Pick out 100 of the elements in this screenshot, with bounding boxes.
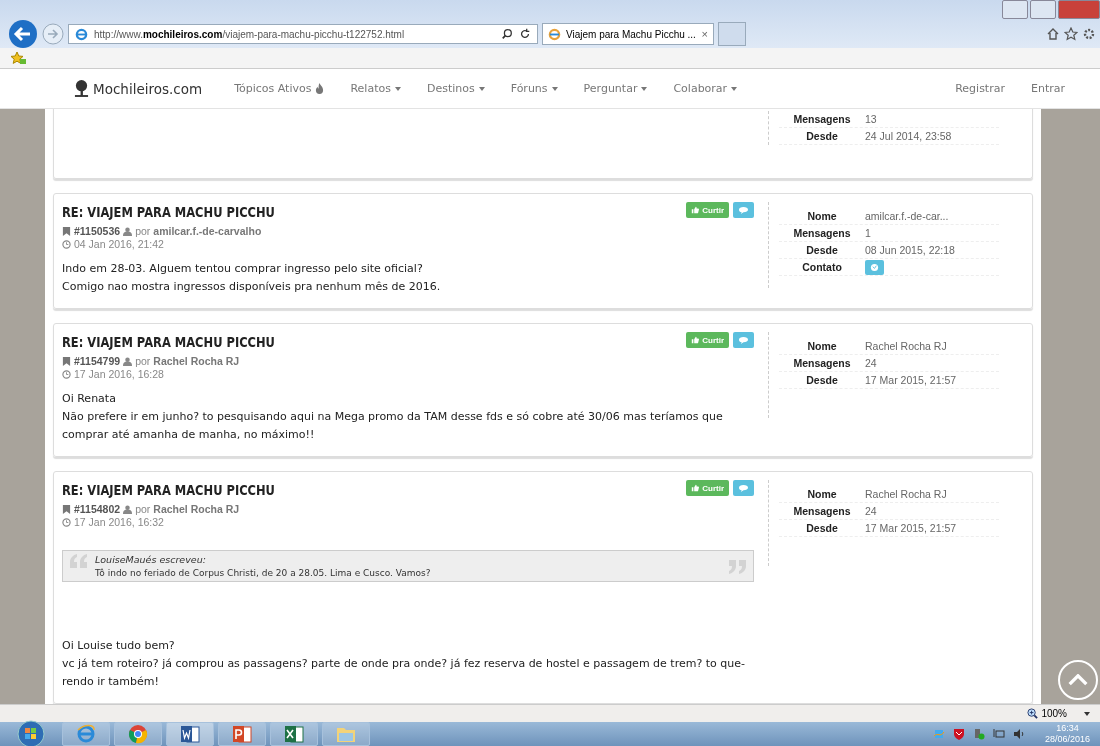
nav-link[interactable]: Tópicos Ativos [234,82,325,95]
reply-button[interactable] [733,480,754,496]
speech-bubble-icon [738,205,749,215]
profile-label: Desde [805,374,839,386]
chevron-up-icon [1068,674,1088,686]
nav-link[interactable]: Fóruns [510,82,558,95]
forward-button[interactable] [42,23,64,45]
presentation-p-icon [232,724,252,744]
bookmark-icon [62,226,71,236]
taskbar-app[interactable] [218,722,266,746]
shield-icon[interactable] [952,728,965,740]
post-text: Indo em 28-03. Alguem tentou comprar ingresso pelo site oficial? [62,261,424,277]
clock-icon [62,239,71,249]
author-link[interactable]: amilcar.f.-de-carvalho [153,225,262,237]
nav-link[interactable]: Entrar [1030,82,1065,95]
thumbs-up-icon [691,484,700,492]
restore-button[interactable] [1030,0,1056,19]
by-label: por [135,355,151,367]
settings-icon[interactable] [1082,27,1096,41]
scroll-to-top-button[interactable] [1058,660,1098,700]
site-logo[interactable]: Mochileiros.com [74,79,203,98]
taskbar-app[interactable] [166,722,214,746]
zoom-level[interactable]: 100% [1041,708,1067,719]
thumbs-up-icon [691,206,700,214]
user-icon [123,504,133,514]
clock-icon [62,369,71,379]
like-button[interactable]: Curtir [686,480,729,496]
address-bar[interactable]: http://www.mochileiros.com/viajem-para-machu-picchu-t122752.html [68,24,538,44]
post-id[interactable]: #1154799 [74,355,121,367]
bookmark-icon [62,356,71,366]
post-id[interactable]: #1154802 [74,503,121,515]
taskbar-app[interactable] [270,722,318,746]
profile-value: 17 Mar 2015, 21:57 [865,374,957,386]
profile-label: Contato [801,261,843,273]
reply-button[interactable] [733,332,754,348]
back-button[interactable] [8,19,38,49]
profile-label: Desde [805,244,839,256]
contact-button[interactable] [865,259,884,275]
post-text: comprar até amanha de manha, no máximo!! [62,427,316,443]
caret-icon [551,86,558,91]
speaker-icon[interactable] [1012,728,1025,740]
clock-icon [62,517,71,527]
post-text: Não prefere ir em junho? to pesquisando aqui na Mega promo da TAM desse fds e só cobre até 30/06 mas teríamos que [62,409,724,425]
caret-icon[interactable] [1084,711,1090,716]
close-button[interactable] [1058,0,1100,19]
page-icon [548,27,561,41]
nav-link[interactable]: Relatos [350,82,401,95]
start-button[interactable] [16,719,46,746]
zoom-icon [1027,708,1039,719]
profile-label: Desde [805,522,839,534]
like-button[interactable]: Curtir [686,202,729,218]
tree-icon [74,79,89,98]
post-id[interactable]: #1150536 [74,225,121,237]
post-date: 17 Jan 2016, 16:32 [74,516,164,528]
author-link[interactable]: Rachel Rocha RJ [153,355,240,367]
profile-value: Rachel Rocha RJ [865,488,947,500]
post-text: rendo ir também! [62,674,160,690]
profile-value: 17 Mar 2015, 21:57 [865,522,957,534]
search-icon[interactable] [501,28,513,40]
post-title: RE: VIAJEM PARA MACHU PICCHU [62,334,275,350]
caret-icon [394,86,401,91]
refresh-icon[interactable] [519,28,531,40]
speech-bubble-icon [738,483,749,493]
speech-bubble-icon [738,335,749,345]
thumbs-up-icon [691,336,700,344]
document-w-icon [180,724,200,744]
post-text: Oi Renata [62,391,117,407]
star-icon[interactable] [1064,27,1078,41]
browser-tab[interactable]: Viajem para Machu Picchu ... × [542,23,714,45]
caret-icon [478,86,485,91]
nav-link[interactable]: Colaborar [673,82,738,95]
post-title: RE: VIAJEM PARA MACHU PICCHU [62,482,275,498]
nav-link[interactable]: Registrar [955,82,1005,95]
post-text: Oi Louise tudo bem? [62,638,176,654]
profile-label: Desde [805,130,839,142]
minimize-button[interactable] [1002,0,1028,19]
flame-icon [315,83,325,94]
profile-value: 13 [865,113,877,125]
profile-label: Mensagens [792,357,852,369]
profile-label: Nome [806,340,838,352]
clock[interactable]: 16:34 28/06/2016 [1044,721,1090,746]
device-check-icon[interactable] [972,728,985,740]
nav-link[interactable]: Perguntar [583,82,648,95]
nav-link[interactable]: Destinos [426,82,485,95]
user-icon [123,356,133,366]
profile-value: amilcar.f.-de-car... [865,210,949,222]
bookmark-icon [62,504,71,514]
post-text: vc já tem roteiro? já comprou as passagens? parte de onde pra onde? já fez reserva de hostel e passagem de trem? to que- [62,656,746,672]
home-icon[interactable] [1046,27,1060,41]
author-link[interactable]: Rachel Rocha RJ [153,503,240,515]
profile-label: Mensagens [792,113,852,125]
favorites-star-icon[interactable] [10,51,26,65]
chrome-icon [128,724,148,744]
profile-label: Nome [806,210,838,222]
profile-value: 24 [865,505,877,517]
new-tab-button[interactable] [718,22,746,46]
post-date: 17 Jan 2016, 16:28 [74,368,164,380]
caret-icon [641,86,648,91]
like-button[interactable]: Curtir [686,332,729,348]
reply-button[interactable] [733,202,754,218]
